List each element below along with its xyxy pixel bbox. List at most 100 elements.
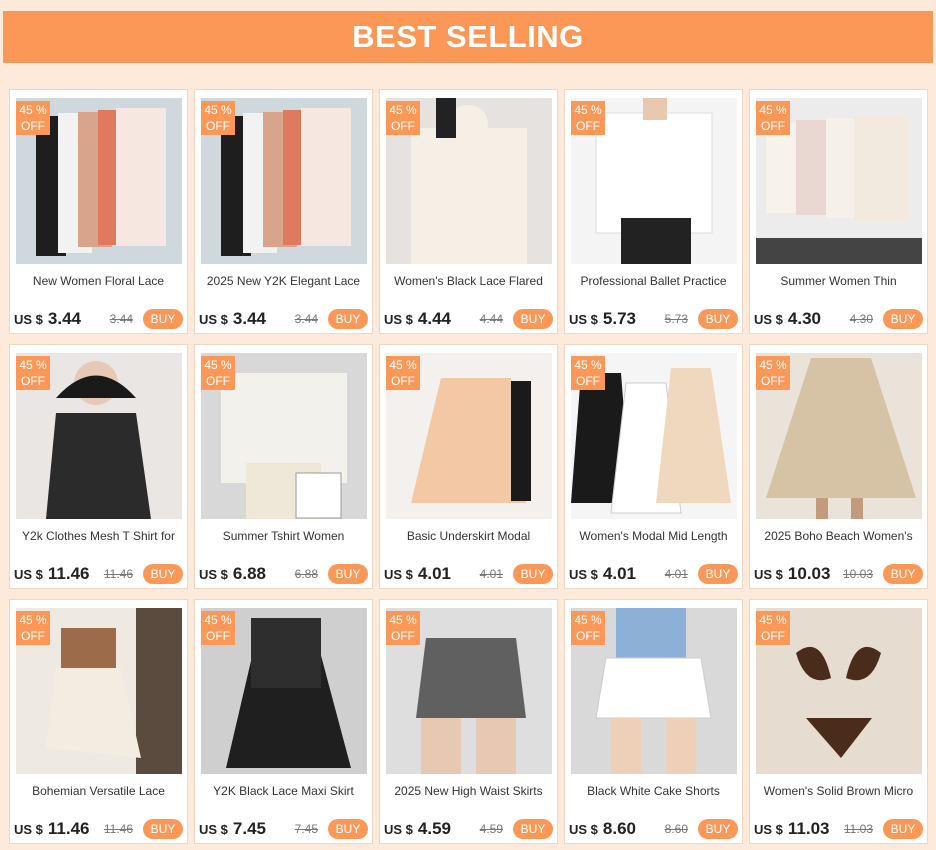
product-card[interactable]: 45 % OFF 2025 New Y2K Elegant Lace US $ … — [194, 89, 373, 334]
buy-button[interactable]: BUY — [883, 564, 923, 584]
discount-off-label: OFF — [761, 629, 785, 643]
product-card[interactable]: 45 % OFF New Women Floral Lace US $ 3.44… — [9, 89, 188, 334]
product-price: 8.60 — [602, 819, 636, 838]
discount-badge: 45 % OFF — [201, 611, 235, 645]
buy-button[interactable]: BUY — [513, 309, 553, 329]
discount-badge: 45 % OFF — [756, 101, 790, 135]
product-title[interactable]: Y2k Clothes Mesh T Shirt for — [10, 529, 187, 543]
product-price: 11.03 — [787, 819, 830, 838]
discount-badge: 45 % OFF — [571, 611, 605, 645]
price-row: US $ 5.73 5.73 BUY — [569, 307, 738, 331]
currency-label: US $ — [14, 311, 43, 327]
product-card[interactable]: 45 % OFF Basic Underskirt Modal US $ 4.0… — [379, 344, 558, 589]
price-row: US $ 3.44 3.44 BUY — [199, 307, 368, 331]
discount-percent: 45 % — [204, 358, 232, 372]
discount-off-label: OFF — [576, 119, 600, 133]
product-title[interactable]: Y2K Black Lace Maxi Skirt — [195, 784, 372, 798]
product-title[interactable]: 2025 New Y2K Elegant Lace — [195, 274, 372, 288]
product-title[interactable]: Basic Underskirt Modal — [380, 529, 557, 543]
original-price: 4.59 — [479, 822, 503, 836]
buy-button[interactable]: BUY — [328, 819, 368, 839]
product-card[interactable]: 45 % OFF Bohemian Versatile Lace US $ 11… — [9, 599, 188, 844]
product-price: 3.44 — [232, 309, 266, 328]
product-title[interactable]: Professional Ballet Practice — [565, 274, 742, 288]
currency-label: US $ — [569, 821, 598, 837]
buy-button[interactable]: BUY — [328, 564, 368, 584]
product-card[interactable]: 45 % OFF Summer Women Thin US $ 4.30 4.3… — [749, 89, 928, 334]
buy-button[interactable]: BUY — [143, 564, 183, 584]
discount-percent: 45 % — [389, 613, 417, 627]
buy-button[interactable]: BUY — [513, 564, 553, 584]
product-price: 4.01 — [602, 564, 636, 583]
product-price: 11.46 — [47, 819, 90, 838]
discount-badge: 45 % OFF — [756, 611, 790, 645]
product-card[interactable]: 45 % OFF 2025 New High Waist Skirts US $… — [379, 599, 558, 844]
original-price: 4.01 — [479, 567, 503, 581]
product-price: 3.44 — [47, 309, 81, 328]
product-title[interactable]: Women's Black Lace Flared — [380, 274, 557, 288]
original-price: 6.88 — [294, 567, 318, 581]
buy-button[interactable]: BUY — [698, 309, 738, 329]
product-price: 6.88 — [232, 564, 266, 583]
product-card[interactable]: 45 % OFF Black White Cake Shorts US $ 8.… — [564, 599, 743, 844]
discount-percent: 45 % — [204, 103, 232, 117]
discount-badge: 45 % OFF — [386, 611, 420, 645]
buy-button[interactable]: BUY — [883, 309, 923, 329]
price-row: US $ 4.01 4.01 BUY — [384, 562, 553, 586]
discount-percent: 45 % — [19, 103, 47, 117]
product-card[interactable]: 45 % OFF 2025 Boho Beach Women's US $ 10… — [749, 344, 928, 589]
currency-label: US $ — [14, 566, 43, 582]
price-row: US $ 7.45 7.45 BUY — [199, 817, 368, 841]
currency-label: US $ — [384, 311, 413, 327]
product-card[interactable]: 45 % OFF Women's Black Lace Flared US $ … — [379, 89, 558, 334]
product-card[interactable]: 45 % OFF Y2K Black Lace Maxi Skirt US $ … — [194, 599, 373, 844]
original-price: 11.46 — [103, 822, 133, 836]
product-title[interactable]: New Women Floral Lace — [10, 274, 187, 288]
product-price: 5.73 — [602, 309, 636, 328]
product-price: 10.03 — [787, 564, 831, 583]
product-card[interactable]: 45 % OFF Women's Solid Brown Micro US $ … — [749, 599, 928, 844]
product-title[interactable]: Women's Modal Mid Length — [565, 529, 742, 543]
currency-label: US $ — [384, 566, 413, 582]
product-title[interactable]: 2025 Boho Beach Women's — [750, 529, 927, 543]
discount-badge: 45 % OFF — [571, 101, 605, 135]
product-title[interactable]: Summer Women Thin — [750, 274, 927, 288]
product-title[interactable]: Women's Solid Brown Micro — [750, 784, 927, 798]
currency-label: US $ — [199, 566, 228, 582]
product-price: 4.59 — [417, 819, 451, 838]
product-card[interactable]: 45 % OFF Professional Ballet Practice US… — [564, 89, 743, 334]
discount-off-label: OFF — [576, 629, 600, 643]
discount-off-label: OFF — [21, 374, 45, 388]
discount-badge: 45 % OFF — [386, 356, 420, 390]
buy-button[interactable]: BUY — [698, 819, 738, 839]
buy-button[interactable]: BUY — [328, 309, 368, 329]
discount-off-label: OFF — [206, 119, 230, 133]
product-title[interactable]: Bohemian Versatile Lace — [10, 784, 187, 798]
buy-button[interactable]: BUY — [883, 819, 923, 839]
product-title[interactable]: 2025 New High Waist Skirts — [380, 784, 557, 798]
section-title: BEST SELLING — [352, 19, 584, 54]
discount-badge: 45 % OFF — [756, 356, 790, 390]
currency-label: US $ — [199, 821, 228, 837]
discount-off-label: OFF — [21, 629, 45, 643]
product-card[interactable]: 45 % OFF Women's Modal Mid Length US $ 4… — [564, 344, 743, 589]
product-price: 11.46 — [47, 564, 90, 583]
discount-percent: 45 % — [389, 103, 417, 117]
buy-button[interactable]: BUY — [143, 819, 183, 839]
product-card[interactable]: 45 % OFF Y2k Clothes Mesh T Shirt for US… — [9, 344, 188, 589]
buy-button[interactable]: BUY — [698, 564, 738, 584]
buy-button[interactable]: BUY — [513, 819, 553, 839]
discount-badge: 45 % OFF — [571, 356, 605, 390]
discount-percent: 45 % — [19, 613, 47, 627]
price-row: US $ 4.30 4.30 BUY — [754, 307, 923, 331]
product-title[interactable]: Summer Tshirt Women — [195, 529, 372, 543]
discount-off-label: OFF — [206, 629, 230, 643]
buy-button[interactable]: BUY — [143, 309, 183, 329]
product-price: 4.44 — [417, 309, 451, 328]
product-title[interactable]: Black White Cake Shorts — [565, 784, 742, 798]
discount-percent: 45 % — [759, 358, 787, 372]
product-card[interactable]: 45 % OFF Summer Tshirt Women US $ 6.88 6… — [194, 344, 373, 589]
discount-off-label: OFF — [391, 629, 415, 643]
price-row: US $ 3.44 3.44 BUY — [14, 307, 183, 331]
discount-off-label: OFF — [391, 119, 415, 133]
